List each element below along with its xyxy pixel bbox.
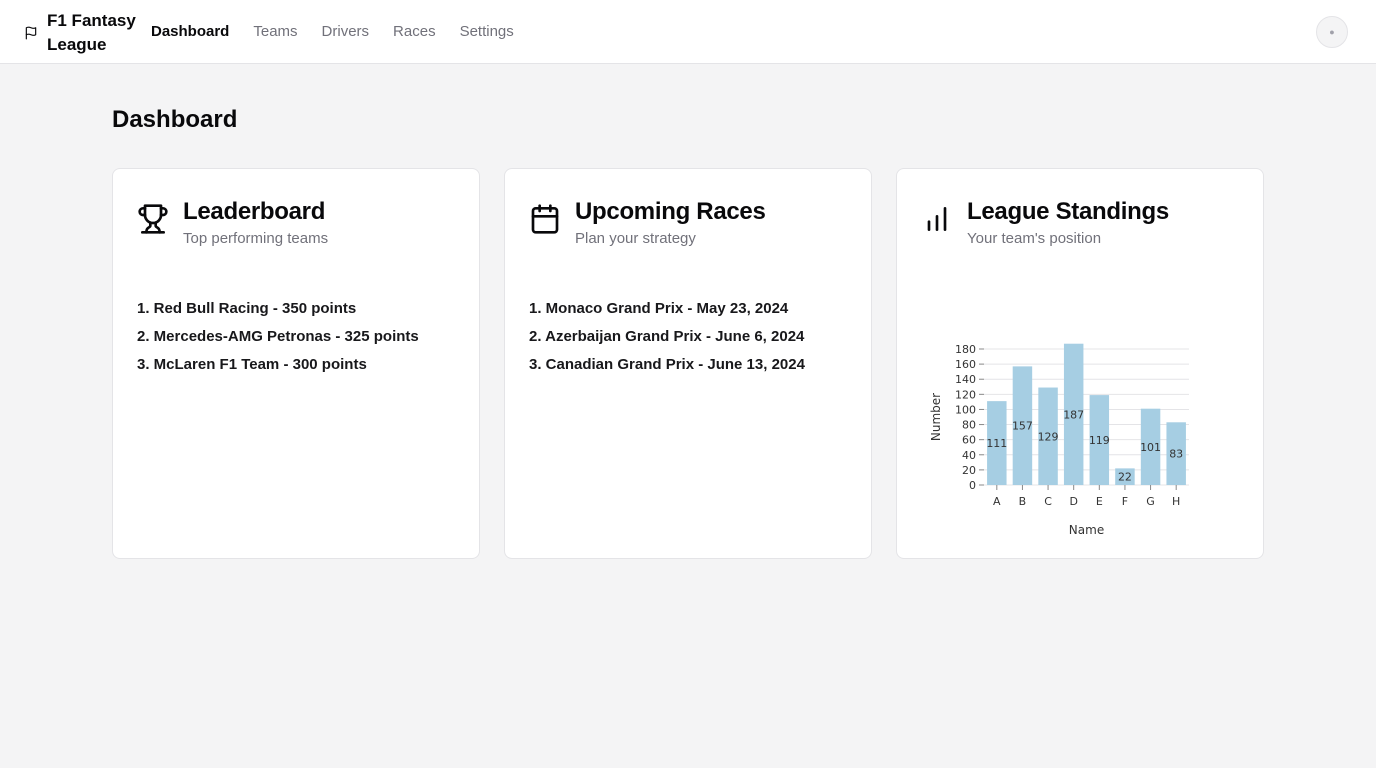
bar-value-label: 111 xyxy=(986,437,1007,450)
league-standings-title: League Standings xyxy=(967,198,1169,225)
leaderboard-list: 1. Red Bull Racing - 350 points 2. Merce… xyxy=(137,295,419,379)
x-tick-label: H xyxy=(1172,495,1180,508)
main-nav: Dashboard Teams Drivers Races Settings xyxy=(151,22,514,42)
leaderboard-item: 1. Red Bull Racing - 350 points xyxy=(137,300,357,317)
leaderboard-item: 3. McLaren F1 Team - 300 points xyxy=(137,356,367,373)
y-axis-title: Number xyxy=(929,393,943,441)
user-avatar-button[interactable]: ● xyxy=(1316,16,1348,48)
bar-value-label: 119 xyxy=(1089,434,1110,447)
x-tick-label: G xyxy=(1146,495,1155,508)
x-tick-label: D xyxy=(1069,495,1077,508)
bar-value-label: 129 xyxy=(1038,430,1059,443)
calendar-icon xyxy=(531,204,559,234)
y-tick-label: 180 xyxy=(955,343,976,356)
y-tick-label: 20 xyxy=(962,464,976,477)
bar-value-label: 22 xyxy=(1118,471,1132,484)
bar-chart-icon xyxy=(927,207,947,231)
x-tick-label: B xyxy=(1019,495,1027,508)
y-tick-label: 40 xyxy=(962,449,976,462)
league-standings-header: League Standings Your team's position xyxy=(921,199,1169,250)
nav-teams[interactable]: Teams xyxy=(253,22,297,42)
bar-value-label: 187 xyxy=(1063,408,1084,421)
y-tick-label: 60 xyxy=(962,434,976,447)
bar-value-label: 101 xyxy=(1140,441,1161,454)
leaderboard-header: Leaderboard Top performing teams xyxy=(137,199,328,250)
bar-value-label: 83 xyxy=(1169,448,1183,461)
nav-drivers[interactable]: Drivers xyxy=(322,22,370,42)
user-avatar-icon: ● xyxy=(1329,27,1335,37)
race-item: 3. Canadian Grand Prix - June 13, 2024 xyxy=(529,356,805,373)
flag-icon xyxy=(25,26,37,40)
leaderboard-item: 2. Mercedes-AMG Petronas - 325 points xyxy=(137,328,419,345)
x-axis-title: Name xyxy=(1069,523,1104,537)
y-tick-label: 80 xyxy=(962,419,976,432)
y-tick-label: 100 xyxy=(955,403,976,416)
x-tick-label: E xyxy=(1096,495,1103,508)
app-title: F1 Fantasy League xyxy=(47,11,136,54)
brand[interactable]: F1 Fantasy League xyxy=(24,9,137,57)
leaderboard-title: Leaderboard xyxy=(183,198,326,225)
leaderboard-card: Leaderboard Top performing teams 1. Red … xyxy=(112,168,480,559)
top-navigation-bar: F1 Fantasy League Dashboard Teams Driver… xyxy=(0,0,1376,64)
x-tick-label: F xyxy=(1122,495,1128,508)
race-item: 2. Azerbaijan Grand Prix - June 6, 2024 xyxy=(529,328,805,345)
y-tick-label: 0 xyxy=(969,479,976,492)
nav-races[interactable]: Races xyxy=(393,22,436,42)
upcoming-races-list: 1. Monaco Grand Prix - May 23, 2024 2. A… xyxy=(529,295,805,379)
y-tick-label: 120 xyxy=(955,388,976,401)
y-tick-label: 160 xyxy=(955,358,976,371)
standings-bar-chart: 0 20 40 60 80 100 120 140 160 180 111 A 157 B 129 C 187 D… xyxy=(929,343,1189,537)
nav-dashboard[interactable]: Dashboard xyxy=(151,22,229,42)
trophy-icon xyxy=(138,204,168,234)
y-tick-label: 140 xyxy=(955,373,976,386)
race-item: 1. Monaco Grand Prix - May 23, 2024 xyxy=(529,300,789,317)
x-tick-label: A xyxy=(993,495,1001,508)
leaderboard-subtitle: Top performing teams xyxy=(183,230,329,247)
bar-value-label: 157 xyxy=(1012,420,1033,433)
upcoming-races-title: Upcoming Races xyxy=(575,198,766,225)
upcoming-races-subtitle: Plan your strategy xyxy=(575,230,696,247)
upcoming-races-card: Upcoming Races Plan your strategy 1. Mon… xyxy=(504,168,872,559)
league-standings-card: League Standings Your team's position 0 2… xyxy=(896,168,1264,559)
page-title: Dashboard xyxy=(112,106,238,133)
league-standings-subtitle: Your team's position xyxy=(967,230,1102,247)
x-tick-label: C xyxy=(1044,495,1052,508)
upcoming-races-header: Upcoming Races Plan your strategy xyxy=(529,199,766,250)
nav-settings[interactable]: Settings xyxy=(460,22,514,42)
